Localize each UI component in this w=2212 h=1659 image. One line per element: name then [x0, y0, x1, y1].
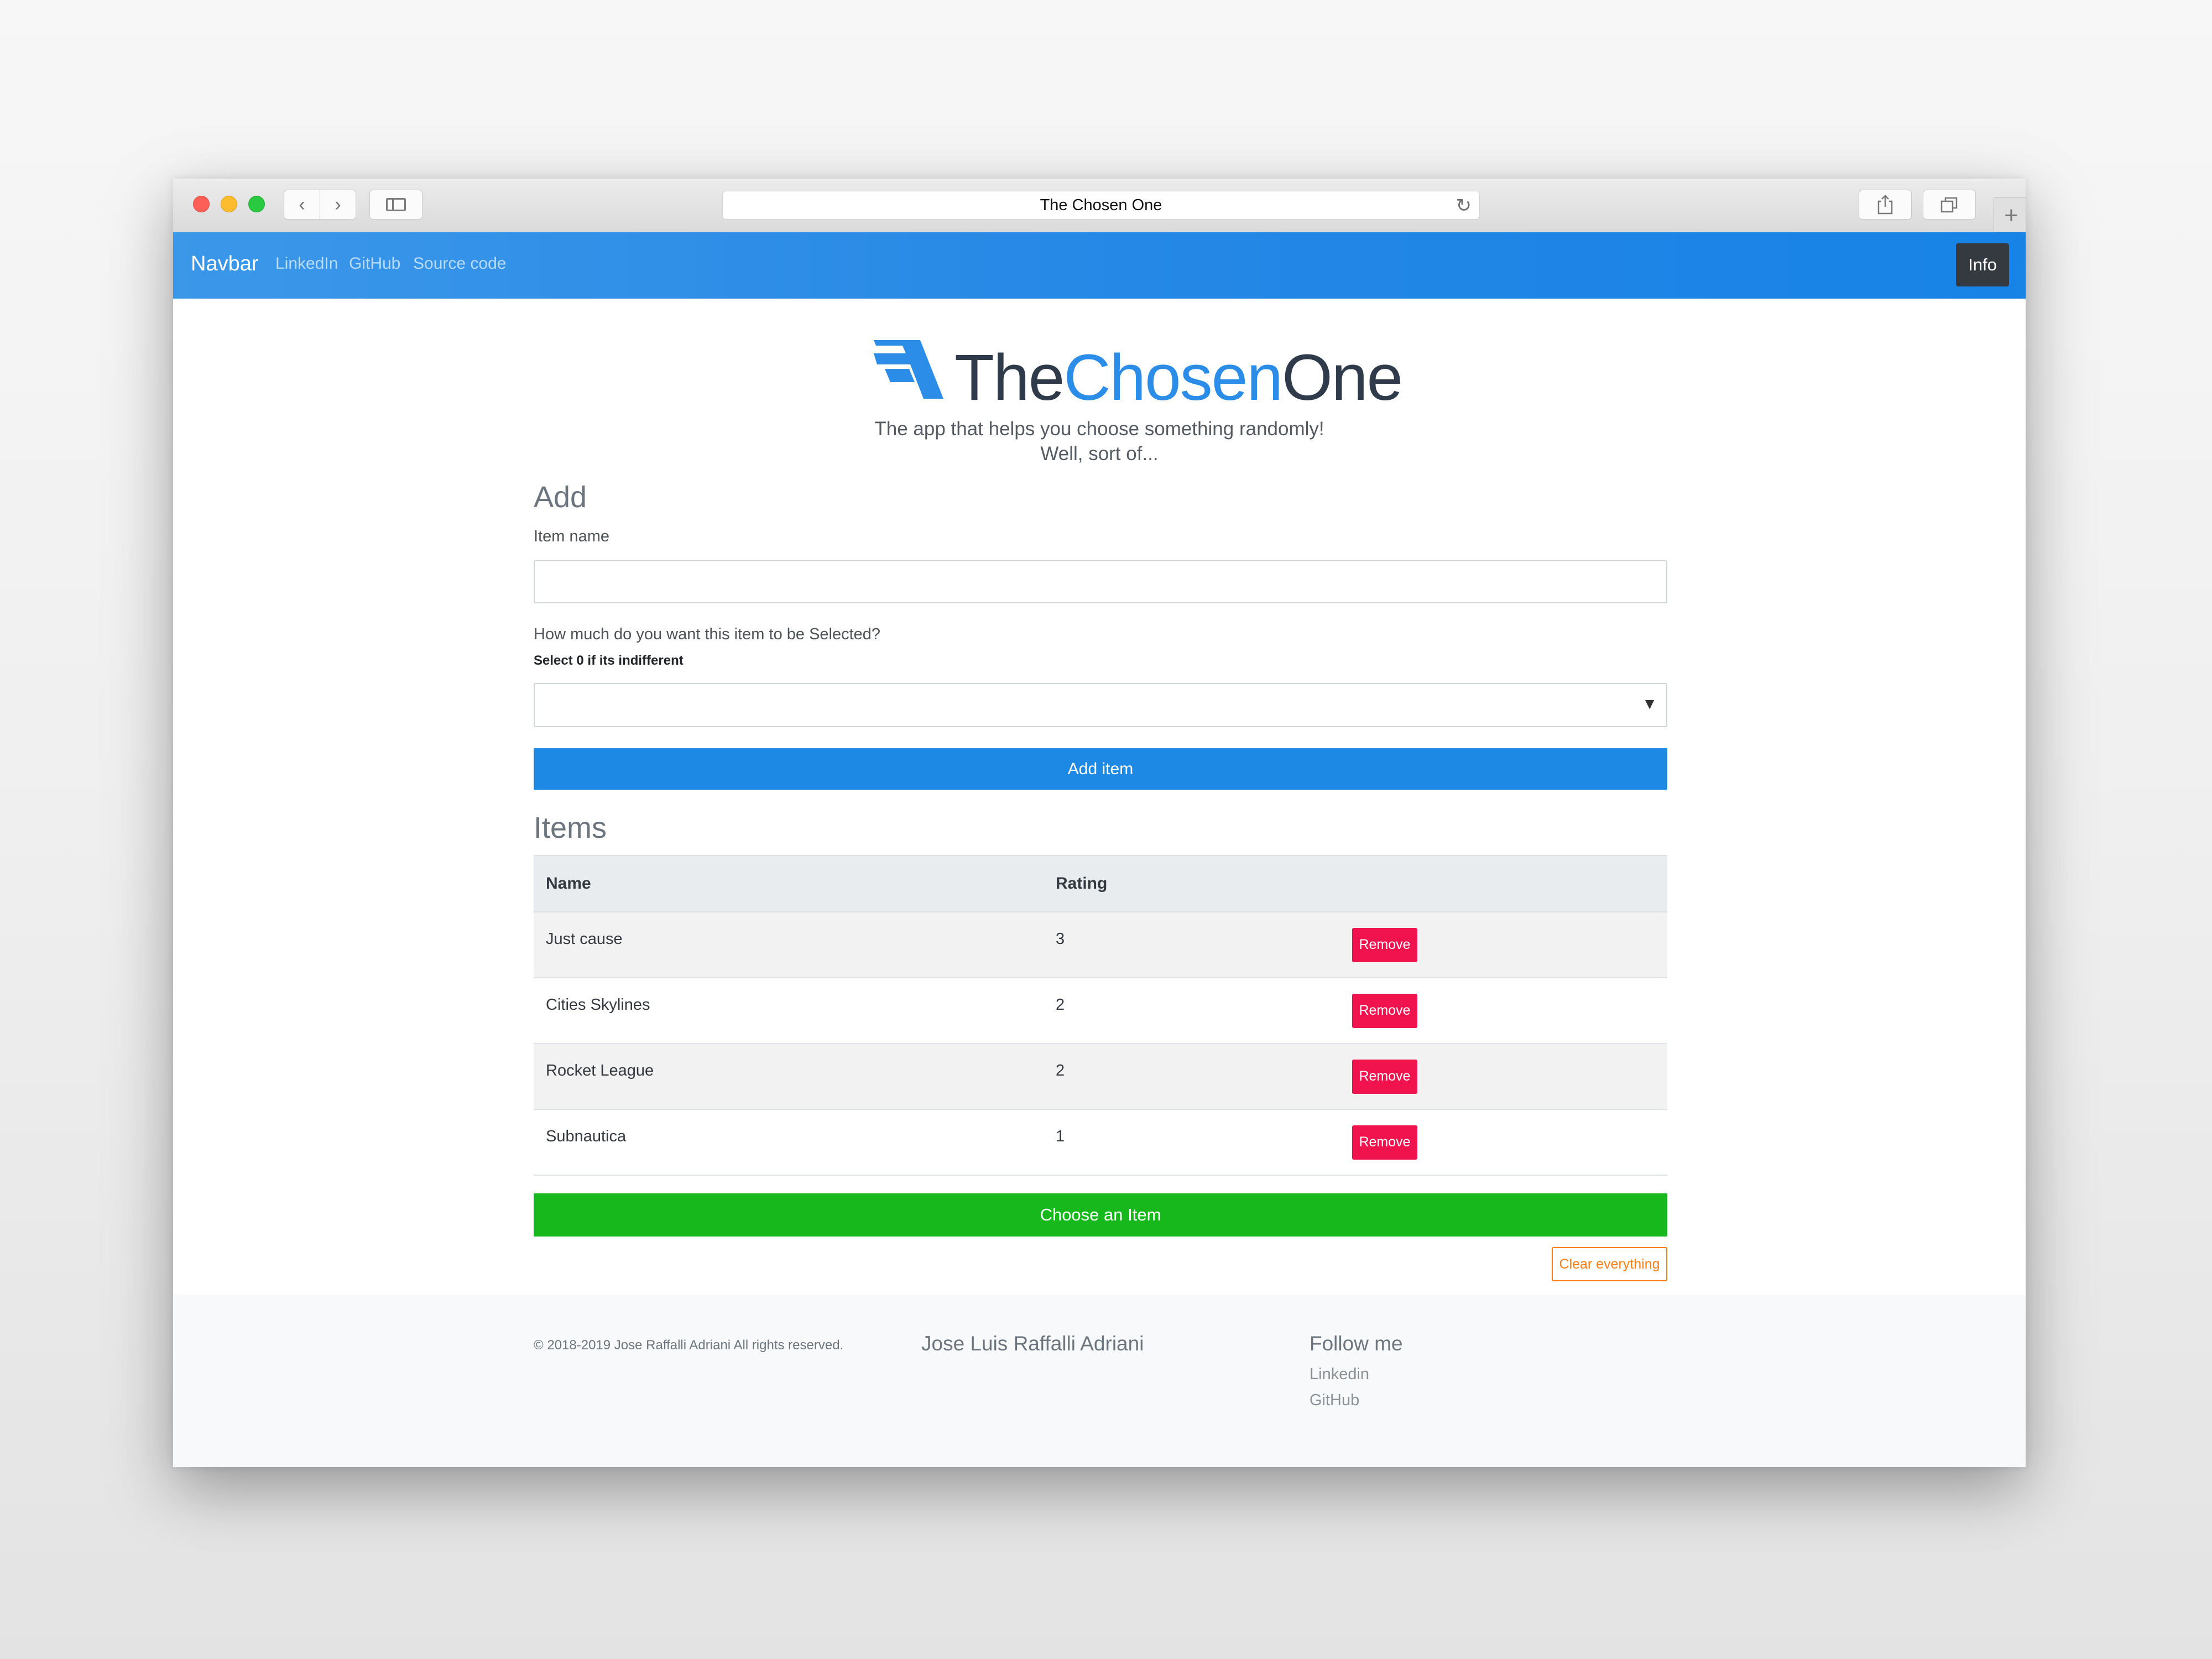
rating-label: How much do you want this item to be Sel… [534, 625, 881, 643]
copyright-text: © 2018-2019 Jose Raffalli Adriani All ri… [534, 1338, 844, 1353]
logo-text-chosen: Chosen [1063, 341, 1283, 414]
table-row: Just cause 3 Remove [534, 912, 1667, 978]
add-item-button[interactable]: Add item [534, 748, 1667, 790]
choose-item-button[interactable]: Choose an Item [534, 1193, 1667, 1237]
page-footer: © 2018-2019 Jose Raffalli Adriani All ri… [173, 1295, 2026, 1467]
item-action-cell: Remove [1340, 912, 1667, 978]
sidebar-icon [386, 198, 406, 211]
item-name-cell: Cities Skylines [534, 978, 1044, 1044]
item-name-text: Rocket League [546, 1062, 654, 1079]
sidebar-toggle-button[interactable] [369, 190, 422, 220]
app-logo: TheChosenOne [874, 339, 1403, 414]
item-action-cell: Remove [1340, 978, 1667, 1044]
rating-hint: Select 0 if its indifferent [534, 653, 684, 668]
items-table: Name Rating Just cause 3 Remove Cities S… [534, 855, 1667, 1176]
page-title-text: The Chosen One [1040, 196, 1162, 214]
app-logo-icon [874, 340, 943, 399]
browser-window: ‹ › The Chosen One ↻ + Navbar LinkedIn G… [173, 179, 2026, 1467]
minimize-window-button[interactable] [221, 196, 237, 212]
info-button[interactable]: Info [1956, 243, 2009, 286]
column-header-rating: Rating [1044, 855, 1340, 912]
item-name-text: Subnautica [546, 1128, 627, 1145]
item-action-cell: Remove [1340, 1044, 1667, 1110]
table-header-row: Name Rating [534, 855, 1667, 912]
caret-down-icon: ▼ [1642, 695, 1657, 712]
zoom-window-button[interactable] [248, 196, 265, 212]
item-name-input[interactable] [534, 560, 1667, 603]
table-row: Rocket League 2 Remove [534, 1044, 1667, 1110]
back-button[interactable]: ‹ [284, 190, 320, 220]
navbar-brand[interactable]: Navbar [191, 252, 259, 276]
add-section-title: Add [534, 481, 587, 514]
remove-button[interactable]: Remove [1352, 1059, 1417, 1094]
clear-everything-button[interactable]: Clear everything [1552, 1247, 1667, 1281]
browser-toolbar: ‹ › The Chosen One ↻ + [173, 179, 2026, 233]
table-row: Cities Skylines 2 Remove [534, 978, 1667, 1044]
rating-select[interactable]: ▼ [534, 683, 1667, 727]
item-rating-text: 2 [1056, 996, 1065, 1014]
items-section-title: Items [534, 811, 607, 844]
item-name-cell: Just cause [534, 912, 1044, 978]
item-name-cell: Rocket League [534, 1044, 1044, 1110]
nav-link-source-code[interactable]: Source code [413, 254, 506, 273]
reload-icon[interactable]: ↻ [1456, 195, 1472, 217]
footer-link-github[interactable]: GitHub [1310, 1391, 1359, 1410]
item-name-cell: Subnautica [534, 1109, 1044, 1176]
tagline-sub: Well, sort of... [1040, 443, 1159, 465]
item-action-cell: Remove [1340, 1109, 1667, 1176]
remove-button[interactable]: Remove [1352, 1125, 1417, 1160]
address-bar[interactable]: The Chosen One ↻ [722, 191, 1480, 220]
forward-button[interactable]: › [320, 190, 356, 220]
chevron-left-icon: ‹ [299, 194, 305, 215]
item-rating-cell: 1 [1044, 1109, 1340, 1176]
author-name: Jose Luis Raffalli Adriani [921, 1332, 1144, 1355]
new-tab-button[interactable]: + [1994, 197, 2026, 233]
show-tabs-button[interactable] [1923, 190, 1976, 220]
item-rating-text: 3 [1056, 930, 1065, 948]
app-navbar: Navbar LinkedIn GitHub Source code Info [173, 232, 2026, 299]
follow-me-heading: Follow me [1310, 1332, 1403, 1355]
column-header-actions [1340, 855, 1667, 912]
share-button[interactable] [1859, 190, 1912, 220]
logo-text-the: The [954, 341, 1065, 414]
table-row: Subnautica 1 Remove [534, 1109, 1667, 1176]
tabs-icon [1940, 197, 1958, 213]
item-rating-text: 1 [1056, 1128, 1065, 1145]
item-name-label: Item name [534, 528, 609, 545]
close-window-button[interactable] [193, 196, 210, 212]
share-icon [1877, 195, 1893, 215]
nav-link-linkedin[interactable]: LinkedIn [275, 254, 338, 273]
item-rating-cell: 3 [1044, 912, 1340, 978]
footer-link-linkedin[interactable]: Linkedin [1310, 1365, 1369, 1384]
item-name-text: Cities Skylines [546, 996, 650, 1014]
item-rating-cell: 2 [1044, 978, 1340, 1044]
nav-link-github[interactable]: GitHub [349, 254, 400, 273]
plus-icon: + [2004, 201, 2018, 229]
item-rating-cell: 2 [1044, 1044, 1340, 1110]
item-name-text: Just cause [546, 930, 623, 948]
item-rating-text: 2 [1056, 1062, 1065, 1079]
app-logo-text: TheChosenOne [954, 340, 1403, 415]
remove-button[interactable]: Remove [1352, 927, 1417, 962]
chevron-right-icon: › [335, 194, 341, 215]
remove-button[interactable]: Remove [1352, 993, 1417, 1028]
column-header-name: Name [534, 855, 1044, 912]
tagline: The app that helps you choose something … [874, 418, 1324, 440]
logo-text-one: One [1282, 341, 1403, 414]
